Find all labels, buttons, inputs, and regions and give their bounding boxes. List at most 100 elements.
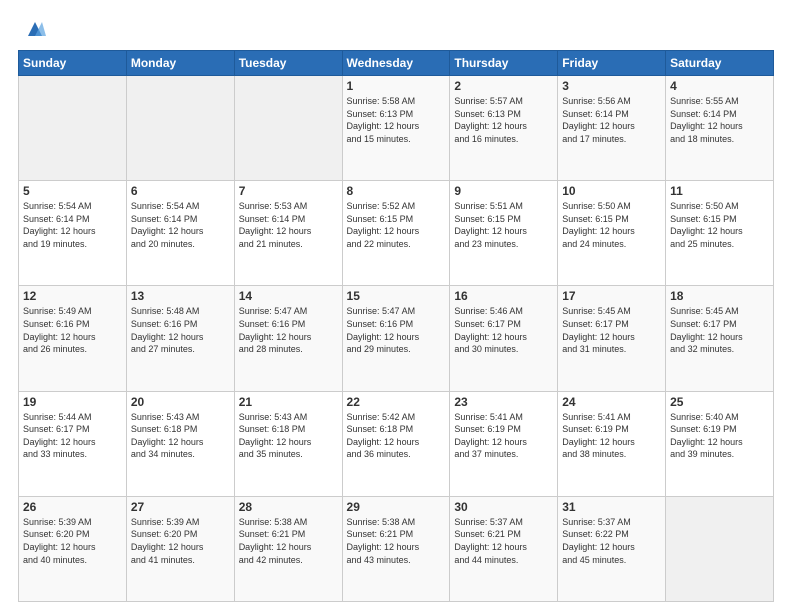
calendar-cell: 24 Sunrise: 5:41 AM Sunset: 6:19 PM Dayli… (558, 391, 666, 496)
day-info: Sunrise: 5:42 AM Sunset: 6:18 PM Dayligh… (347, 411, 446, 461)
calendar-week-row: 19 Sunrise: 5:44 AM Sunset: 6:17 PM Dayli… (19, 391, 774, 496)
day-info: Sunrise: 5:44 AM Sunset: 6:17 PM Dayligh… (23, 411, 122, 461)
day-info: Sunrise: 5:46 AM Sunset: 6:17 PM Dayligh… (454, 305, 553, 355)
day-number: 22 (347, 395, 446, 409)
header-wednesday: Wednesday (342, 51, 450, 76)
day-info: Sunrise: 5:55 AM Sunset: 6:14 PM Dayligh… (670, 95, 769, 145)
day-number: 13 (131, 289, 230, 303)
day-number: 31 (562, 500, 661, 514)
day-info: Sunrise: 5:38 AM Sunset: 6:21 PM Dayligh… (347, 516, 446, 566)
logo (18, 18, 46, 40)
day-info: Sunrise: 5:58 AM Sunset: 6:13 PM Dayligh… (347, 95, 446, 145)
day-number: 23 (454, 395, 553, 409)
day-info: Sunrise: 5:52 AM Sunset: 6:15 PM Dayligh… (347, 200, 446, 250)
day-number: 10 (562, 184, 661, 198)
day-number: 18 (670, 289, 769, 303)
day-number: 5 (23, 184, 122, 198)
calendar-cell: 19 Sunrise: 5:44 AM Sunset: 6:17 PM Dayli… (19, 391, 127, 496)
logo-icon (24, 18, 46, 40)
day-info: Sunrise: 5:43 AM Sunset: 6:18 PM Dayligh… (239, 411, 338, 461)
calendar-cell: 23 Sunrise: 5:41 AM Sunset: 6:19 PM Dayli… (450, 391, 558, 496)
calendar-cell: 25Sunrise: 5:40 AM Sunset: 6:19 PM Dayli… (666, 391, 774, 496)
calendar-cell (234, 76, 342, 181)
day-info: Sunrise: 5:38 AM Sunset: 6:21 PM Dayligh… (239, 516, 338, 566)
calendar-cell: 21 Sunrise: 5:43 AM Sunset: 6:18 PM Dayli… (234, 391, 342, 496)
day-info: Sunrise: 5:41 AM Sunset: 6:19 PM Dayligh… (454, 411, 553, 461)
calendar-cell: 5Sunrise: 5:54 AM Sunset: 6:14 PM Daylig… (19, 181, 127, 286)
calendar-week-row: 5 Sunrise: 5:54 AM Sunset: 6:14 PM Daylig… (19, 181, 774, 286)
day-number: 9 (454, 184, 553, 198)
weekday-header-row: Sunday Monday Tuesday Wednesday Thursday… (19, 51, 774, 76)
day-info: Sunrise: 5:50 AM Sunset: 6:15 PM Dayligh… (670, 200, 769, 250)
calendar-cell: 27 Sunrise: 5:39 AM Sunset: 6:20 PM Dayli… (126, 496, 234, 601)
day-number: 25 (670, 395, 769, 409)
calendar-cell: 9 Sunrise: 5:51 AM Sunset: 6:15 PM Daylig… (450, 181, 558, 286)
calendar-cell: 10Sunrise: 5:50 AM Sunset: 6:15 PM Dayli… (558, 181, 666, 286)
day-info: Sunrise: 5:51 AM Sunset: 6:15 PM Dayligh… (454, 200, 553, 250)
day-number: 20 (131, 395, 230, 409)
day-info: Sunrise: 5:41 AM Sunset: 6:19 PM Dayligh… (562, 411, 661, 461)
calendar-cell: 28 Sunrise: 5:38 AM Sunset: 6:21 PM Dayli… (234, 496, 342, 601)
day-info: Sunrise: 5:57 AM Sunset: 6:13 PM Dayligh… (454, 95, 553, 145)
day-info: Sunrise: 5:45 AM Sunset: 6:17 PM Dayligh… (562, 305, 661, 355)
header-friday: Friday (558, 51, 666, 76)
day-number: 26 (23, 500, 122, 514)
calendar-cell: 26Sunrise: 5:39 AM Sunset: 6:20 PM Dayli… (19, 496, 127, 601)
day-number: 12 (23, 289, 122, 303)
day-info: Sunrise: 5:48 AM Sunset: 6:16 PM Dayligh… (131, 305, 230, 355)
day-number: 6 (131, 184, 230, 198)
day-info: Sunrise: 5:56 AM Sunset: 6:14 PM Dayligh… (562, 95, 661, 145)
calendar-cell: 22 Sunrise: 5:42 AM Sunset: 6:18 PM Dayli… (342, 391, 450, 496)
day-number: 4 (670, 79, 769, 93)
day-number: 16 (454, 289, 553, 303)
calendar-header: Sunday Monday Tuesday Wednesday Thursday… (19, 51, 774, 76)
day-number: 15 (347, 289, 446, 303)
day-number: 3 (562, 79, 661, 93)
day-number: 14 (239, 289, 338, 303)
calendar-cell: 6 Sunrise: 5:54 AM Sunset: 6:14 PM Daylig… (126, 181, 234, 286)
day-number: 28 (239, 500, 338, 514)
calendar-week-row: 1Sunrise: 5:58 AM Sunset: 6:13 PM Daylig… (19, 76, 774, 181)
calendar-table: Sunday Monday Tuesday Wednesday Thursday… (18, 50, 774, 602)
day-number: 24 (562, 395, 661, 409)
header-thursday: Thursday (450, 51, 558, 76)
day-number: 19 (23, 395, 122, 409)
calendar-cell: 1Sunrise: 5:58 AM Sunset: 6:13 PM Daylig… (342, 76, 450, 181)
day-info: Sunrise: 5:47 AM Sunset: 6:16 PM Dayligh… (347, 305, 446, 355)
calendar-cell: 31Sunrise: 5:37 AM Sunset: 6:22 PM Dayli… (558, 496, 666, 601)
header (18, 18, 774, 40)
day-info: Sunrise: 5:53 AM Sunset: 6:14 PM Dayligh… (239, 200, 338, 250)
calendar-cell (19, 76, 127, 181)
header-monday: Monday (126, 51, 234, 76)
page: Sunday Monday Tuesday Wednesday Thursday… (0, 0, 792, 612)
day-number: 29 (347, 500, 446, 514)
calendar-cell: 16 Sunrise: 5:46 AM Sunset: 6:17 PM Dayli… (450, 286, 558, 391)
calendar-cell: 30Sunrise: 5:37 AM Sunset: 6:21 PM Dayli… (450, 496, 558, 601)
calendar-cell: 12 Sunrise: 5:49 AM Sunset: 6:16 PM Dayli… (19, 286, 127, 391)
header-saturday: Saturday (666, 51, 774, 76)
calendar-cell: 14 Sunrise: 5:47 AM Sunset: 6:16 PM Dayli… (234, 286, 342, 391)
header-sunday: Sunday (19, 51, 127, 76)
day-number: 21 (239, 395, 338, 409)
calendar-cell: 7 Sunrise: 5:53 AM Sunset: 6:14 PM Daylig… (234, 181, 342, 286)
day-number: 11 (670, 184, 769, 198)
day-info: Sunrise: 5:47 AM Sunset: 6:16 PM Dayligh… (239, 305, 338, 355)
day-info: Sunrise: 5:49 AM Sunset: 6:16 PM Dayligh… (23, 305, 122, 355)
header-tuesday: Tuesday (234, 51, 342, 76)
day-number: 17 (562, 289, 661, 303)
day-number: 2 (454, 79, 553, 93)
day-number: 27 (131, 500, 230, 514)
day-info: Sunrise: 5:43 AM Sunset: 6:18 PM Dayligh… (131, 411, 230, 461)
calendar-cell: 11 Sunrise: 5:50 AM Sunset: 6:15 PM Dayli… (666, 181, 774, 286)
day-info: Sunrise: 5:54 AM Sunset: 6:14 PM Dayligh… (131, 200, 230, 250)
calendar-cell: 15 Sunrise: 5:47 AM Sunset: 6:16 PM Dayli… (342, 286, 450, 391)
calendar-cell (666, 496, 774, 601)
calendar-body: 1Sunrise: 5:58 AM Sunset: 6:13 PM Daylig… (19, 76, 774, 602)
day-number: 7 (239, 184, 338, 198)
day-number: 8 (347, 184, 446, 198)
logo-inner (18, 18, 46, 40)
day-info: Sunrise: 5:45 AM Sunset: 6:17 PM Dayligh… (670, 305, 769, 355)
day-info: Sunrise: 5:39 AM Sunset: 6:20 PM Dayligh… (131, 516, 230, 566)
calendar-cell (126, 76, 234, 181)
calendar-week-row: 26 Sunrise: 5:39 AM Sunset: 6:20 PM Dayli… (19, 496, 774, 601)
